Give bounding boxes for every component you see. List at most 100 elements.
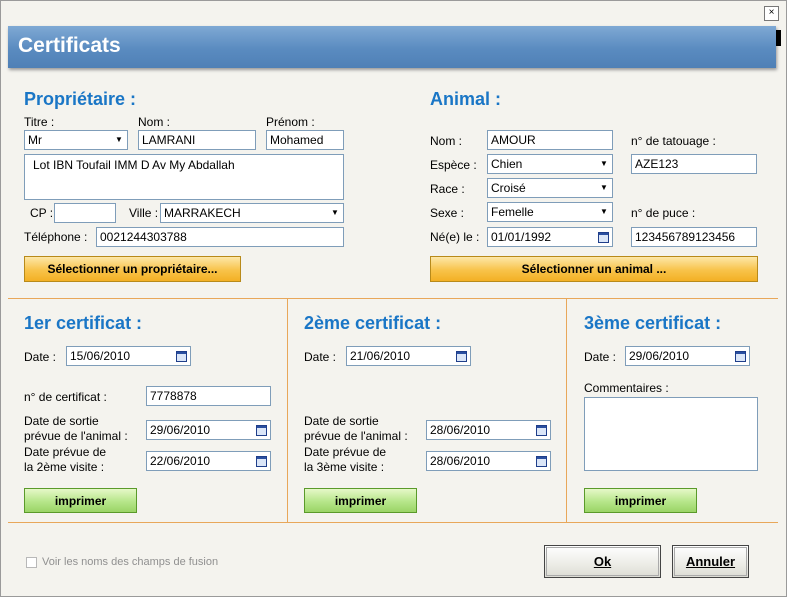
prenom-label: Prénom : (266, 115, 315, 129)
cert3-date-input[interactable]: 29/06/2010 (625, 346, 750, 366)
calendar-icon[interactable] (598, 232, 609, 243)
animal-nom-label: Nom : (430, 134, 463, 148)
cert2-title: 2ème certificat : (304, 313, 442, 333)
titre-value: Mr (28, 133, 42, 147)
tel-label: Téléphone : (24, 230, 88, 244)
cert2-sortie-value: 28/06/2010 (430, 423, 491, 437)
cert1-date-label: Date : (24, 350, 57, 364)
calendar-icon[interactable] (176, 351, 187, 362)
cert1-visite-input[interactable]: 22/06/2010 (146, 451, 271, 471)
close-icon[interactable]: × (764, 6, 779, 21)
titre-label: Titre : (24, 115, 55, 129)
owner-section-title: Propriétaire : (24, 89, 137, 109)
ville-label: Ville : (129, 206, 159, 220)
nom-label: Nom : (138, 115, 171, 129)
cert2-visite-label-line1: Date prévue de (304, 445, 387, 459)
cert2-visite-label-line2: la 3ème visite : (304, 460, 385, 474)
chevron-down-icon[interactable]: ▼ (112, 132, 126, 148)
race-value: Croisé (491, 181, 526, 195)
ne-label: Né(e) le : (430, 230, 480, 244)
calendar-icon[interactable] (536, 425, 547, 436)
cert1-sortie-value: 29/06/2010 (150, 423, 211, 437)
cp-input[interactable] (54, 203, 116, 223)
cert1-num-label: n° de certificat : (24, 390, 107, 404)
cert3-title: 3ème certificat : (584, 313, 722, 333)
cert2-date-value: 21/06/2010 (350, 349, 411, 363)
cert2-visite-value: 28/06/2010 (430, 454, 491, 468)
animal-section-title: Animal : (430, 89, 502, 109)
cert1-date-value: 15/06/2010 (70, 349, 131, 363)
cert1-date-input[interactable]: 15/06/2010 (66, 346, 191, 366)
cancel-button[interactable]: Annuler (672, 545, 749, 578)
calendar-icon[interactable] (735, 351, 746, 362)
puce-input[interactable]: 123456789123456 (631, 227, 757, 247)
ok-button[interactable]: Ok (544, 545, 661, 578)
tatouage-input[interactable]: AZE123 (631, 154, 757, 174)
cert1-visite-label-line2: la 2ème visite : (24, 460, 105, 474)
chevron-down-icon[interactable]: ▼ (597, 156, 611, 172)
ok-button-label: Ok (593, 554, 612, 569)
cert2-sortie-input[interactable]: 28/06/2010 (426, 420, 551, 440)
cert2-sortie-label: Date de sortie prévue de l'animal : (304, 414, 408, 444)
nom-input[interactable]: LAMRANI (138, 130, 256, 150)
comments-textarea[interactable] (584, 397, 758, 471)
puce-label: n° de puce : (631, 206, 696, 220)
calendar-icon[interactable] (536, 456, 547, 467)
calendar-icon[interactable] (256, 456, 267, 467)
espece-label: Espèce : (430, 158, 477, 172)
prenom-input[interactable]: Mohamed (266, 130, 344, 150)
merge-fields-label: Voir les noms des champs de fusion (42, 556, 219, 568)
cert1-sortie-label: Date de sortie prévue de l'animal : (24, 414, 128, 444)
cert2-visite-label: Date prévue de la 3ème visite : (304, 445, 386, 475)
select-animal-button[interactable]: Sélectionner un animal ... (430, 256, 758, 282)
cert1-visite-label-line1: Date prévue de (24, 445, 107, 459)
cert1-visite-label: Date prévue de la 2ème visite : (24, 445, 106, 475)
cert1-print-button[interactable]: imprimer (24, 488, 137, 513)
cert1-num-input[interactable]: 7778878 (146, 386, 271, 406)
cert2-date-input[interactable]: 21/06/2010 (346, 346, 471, 366)
separator-top (8, 298, 778, 299)
race-select[interactable]: Croisé ▼ (487, 178, 613, 198)
cert2-date-label: Date : (304, 350, 337, 364)
separator-col-1 (287, 298, 288, 522)
cert3-date-value: 29/06/2010 (629, 349, 690, 363)
espece-select[interactable]: Chien ▼ (487, 154, 613, 174)
cert2-sortie-label-line1: Date de sortie (304, 414, 379, 428)
sexe-label: Sexe : (430, 206, 465, 220)
chevron-down-icon[interactable]: ▼ (597, 180, 611, 196)
cert3-date-label: Date : (584, 350, 617, 364)
window-title: Certificats (18, 34, 121, 57)
separator-bottom (8, 522, 778, 523)
espece-value: Chien (491, 157, 523, 171)
sexe-value: Femelle (491, 205, 534, 219)
chevron-down-icon[interactable]: ▼ (328, 205, 342, 221)
select-owner-button[interactable]: Sélectionner un propriétaire... (24, 256, 241, 282)
tel-input[interactable]: 0021244303788 (96, 227, 344, 247)
cert1-sortie-input[interactable]: 29/06/2010 (146, 420, 271, 440)
ne-date-input[interactable]: 01/01/1992 (487, 227, 613, 247)
cancel-button-label: Annuler (685, 554, 736, 569)
titre-select[interactable]: Mr ▼ (24, 130, 128, 150)
cert2-visite-input[interactable]: 28/06/2010 (426, 451, 551, 471)
ville-select[interactable]: MARRAKECH ▼ (160, 203, 344, 223)
ville-value: MARRAKECH (164, 206, 241, 220)
cert1-title: 1er certificat : (24, 313, 143, 333)
cert1-sortie-label-line1: Date de sortie (24, 414, 99, 428)
animal-nom-input[interactable]: AMOUR (487, 130, 613, 150)
title-bar: Certificats (8, 26, 776, 68)
merge-fields-checkbox[interactable] (26, 557, 37, 568)
cert2-print-button[interactable]: imprimer (304, 488, 417, 513)
cert3-print-button[interactable]: imprimer (584, 488, 697, 513)
tatouage-label: n° de tatouage : (631, 134, 716, 148)
chevron-down-icon[interactable]: ▼ (597, 204, 611, 220)
cp-label: CP : (30, 206, 54, 220)
cert1-visite-value: 22/06/2010 (150, 454, 211, 468)
race-label: Race : (430, 182, 465, 196)
separator-col-2 (566, 298, 567, 522)
calendar-icon[interactable] (256, 425, 267, 436)
ne-value: 01/01/1992 (491, 230, 552, 244)
address-textarea[interactable]: Lot IBN Toufail IMM D Av My Abdallah (24, 154, 344, 200)
sexe-select[interactable]: Femelle ▼ (487, 202, 613, 222)
comments-label: Commentaires : (584, 381, 669, 395)
calendar-icon[interactable] (456, 351, 467, 362)
